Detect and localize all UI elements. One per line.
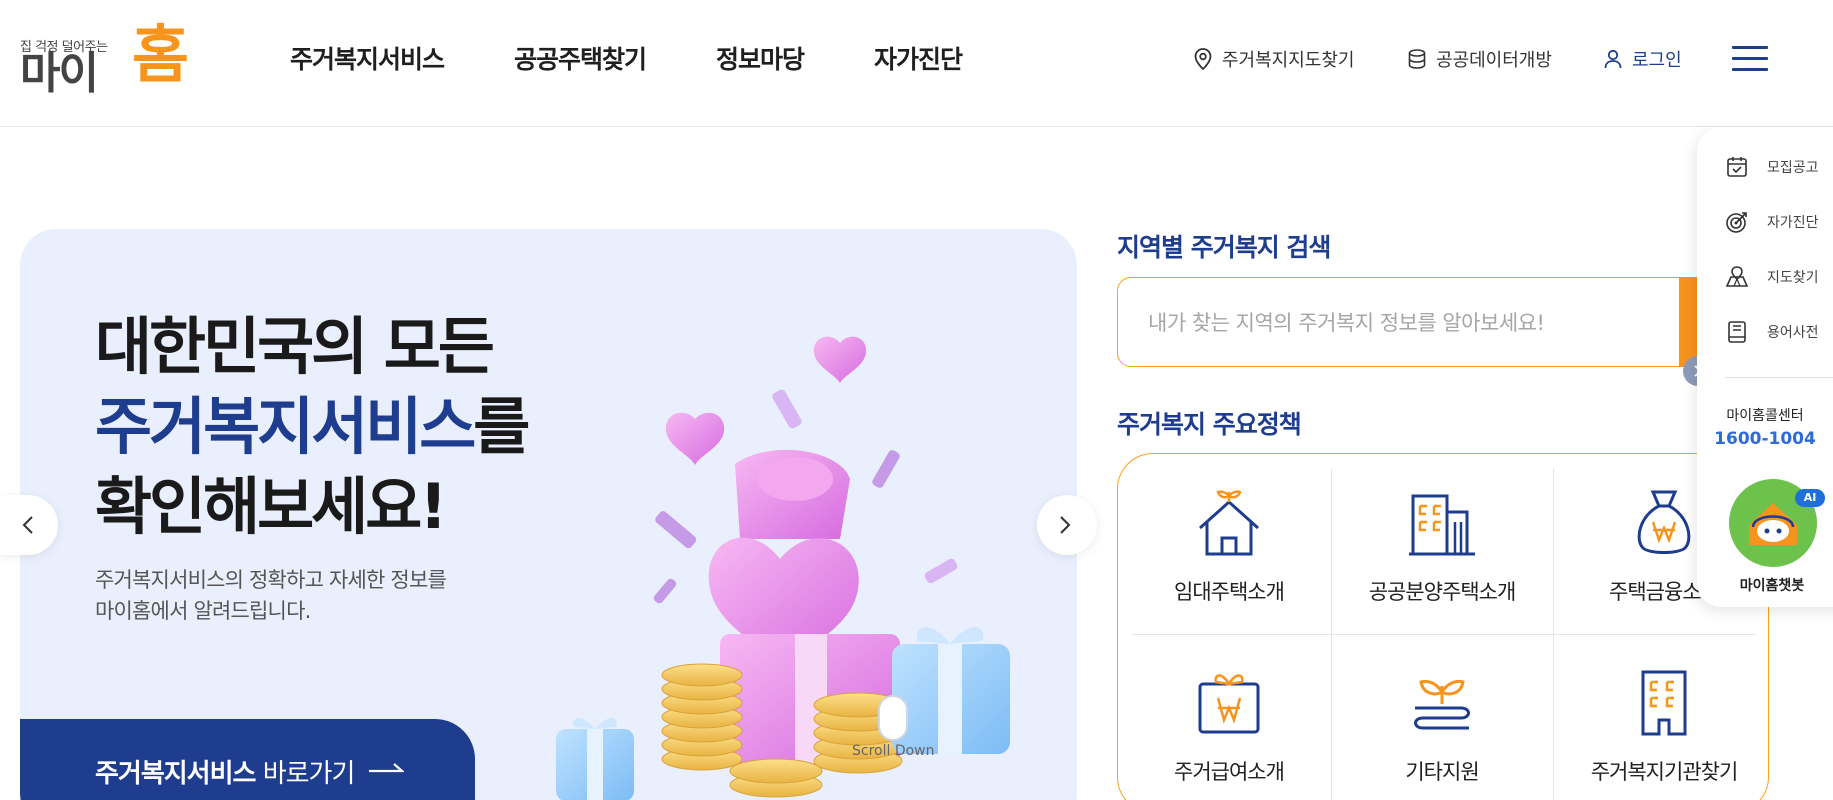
hero-subtitle: 주거복지서비스의 정확하고 자세한 정보를 마이홈에서 알려드립니다.	[95, 568, 447, 623]
regional-search-input[interactable]	[1148, 306, 1668, 340]
regional-search-title: 지역별 주거복지 검색	[1117, 233, 1331, 262]
office-building-icon	[1641, 670, 1687, 736]
policy-rental-housing[interactable]: 임대주택소개	[1118, 454, 1340, 624]
policy-find-welfare-agency[interactable]: 주거복지기관찾기	[1553, 634, 1768, 800]
hero-title: 대한민국의 모든 주거복지서비스를 확인해보세요!	[95, 307, 530, 547]
cta-text: 주거복지서비스 바로가기	[95, 753, 356, 790]
hamburger-line	[1732, 57, 1768, 60]
quick-item-label: 모집공고	[1767, 160, 1819, 176]
quick-item-label: 자가진단	[1767, 215, 1819, 231]
welfare-map-link[interactable]: 주거복지지도찾기	[1194, 46, 1354, 72]
nav-info[interactable]: 정보마당	[716, 40, 805, 76]
policy-label: 기타지원	[1405, 760, 1479, 784]
quick-item-label: 지도찾기	[1767, 270, 1819, 286]
hamburger-line	[1732, 68, 1768, 71]
hero-title-line1: 대한민국의 모든	[95, 310, 495, 383]
quick-recruitment-notice[interactable]: 모집공고	[1725, 152, 1819, 182]
call-center-label: 마이홈콜센터	[1726, 408, 1804, 424]
arrow-right-icon	[369, 763, 404, 773]
nav-housing-welfare[interactable]: 주거복지서비스	[290, 40, 445, 76]
house-sprout-icon	[1198, 490, 1260, 556]
hero-title-suffix: 를	[473, 390, 530, 463]
regional-search-box	[1117, 277, 1717, 367]
logo-text: 마이	[20, 48, 99, 99]
hamburger-line	[1732, 46, 1768, 49]
sprout-hand-icon	[1414, 679, 1470, 730]
map-icon	[1725, 266, 1749, 287]
login-label: 로그인	[1632, 50, 1682, 71]
user-icon	[1604, 49, 1622, 69]
target-icon	[1726, 212, 1747, 233]
buildings-icon	[1409, 494, 1475, 556]
policy-label: 공공분양주택소개	[1368, 580, 1517, 604]
hero-banner: 대한민국의 모든 주거복지서비스를 확인해보세요! 주거복지서비스의 정확하고 …	[20, 229, 1077, 800]
welfare-map-label: 주거복지지도찾기	[1222, 50, 1355, 71]
major-policy-title: 주거복지 주요정책	[1117, 410, 1302, 439]
call-center-number[interactable]: 1600-1004	[1697, 429, 1833, 449]
hero-prev-button[interactable]	[0, 495, 58, 555]
money-bag-icon	[1637, 490, 1691, 554]
hero-title-highlight: 주거복지서비스	[95, 390, 476, 463]
open-data-label: 공공데이터개방	[1436, 50, 1552, 71]
gift-won-icon	[1198, 674, 1260, 734]
nav-public-housing[interactable]: 공공주택찾기	[514, 40, 647, 76]
main-nav: 주거복지서비스 공공주택찾기 정보마당 자가진단	[290, 40, 963, 76]
policy-other-support[interactable]: 기타지원	[1331, 634, 1553, 800]
chevron-left-icon	[22, 516, 33, 534]
quick-glossary[interactable]: 용어사전	[1725, 317, 1819, 347]
policy-label: 임대주택소개	[1174, 580, 1285, 604]
hero-next-button[interactable]	[1037, 495, 1097, 555]
chatbot-label: 마이홈챗봇	[1739, 578, 1805, 594]
hero-title-line3: 확인해보세요!	[95, 470, 448, 543]
gift-box-illustration	[556, 336, 1010, 800]
open-data-link[interactable]: 공공데이터개방	[1408, 46, 1552, 72]
quick-self-check[interactable]: 자가진단	[1725, 207, 1819, 237]
calendar-check-icon	[1727, 157, 1747, 177]
cta-rest: 바로가기	[255, 759, 356, 789]
book-icon	[1728, 321, 1746, 343]
quick-item-label: 용어사전	[1767, 325, 1819, 341]
scroll-down-label: Scroll Down	[852, 743, 935, 759]
major-policy-grid: 임대주택소개 공공분양주택소개 주택금융소개 주거급여소개 기타지원 주거복지기…	[1117, 453, 1769, 800]
quick-menu: 모집공고 자가진단 지도찾기 용어사전 마이홈콜센터 1600-1004 AI …	[1697, 127, 1833, 607]
logo-home-text: 홈	[132, 18, 189, 91]
login-link[interactable]: 로그인	[1604, 46, 1682, 72]
hamburger-menu-button[interactable]	[1732, 46, 1768, 72]
chevron-right-icon	[1060, 516, 1071, 534]
nav-self-check[interactable]: 자가진단	[874, 40, 963, 76]
policy-label: 주거복지기관찾기	[1590, 760, 1739, 784]
scroll-down-mouse-icon	[878, 695, 908, 741]
quick-find-map[interactable]: 지도찾기	[1725, 262, 1819, 292]
site-header: 집 걱정 덜어주는 마이 홈 주거복지서비스 공공주택찾기 정보마당 자가진단 …	[0, 0, 1833, 127]
housing-welfare-shortcut-button[interactable]: 주거복지서비스 바로가기	[20, 719, 475, 800]
hero-title-line2: 주거복지서비스를	[95, 387, 530, 467]
location-pin-icon	[1194, 48, 1212, 70]
database-icon	[1408, 49, 1426, 69]
policy-public-sale-housing[interactable]: 공공분양주택소개	[1331, 454, 1553, 624]
cta-strong: 주거복지서비스	[95, 759, 256, 789]
quick-menu-divider	[1725, 377, 1833, 378]
policy-label: 주거급여소개	[1174, 760, 1285, 784]
site-logo[interactable]: 집 걱정 덜어주는 마이 홈	[20, 24, 190, 102]
ai-badge: AI	[1795, 489, 1825, 507]
policy-housing-benefit[interactable]: 주거급여소개	[1118, 634, 1340, 800]
